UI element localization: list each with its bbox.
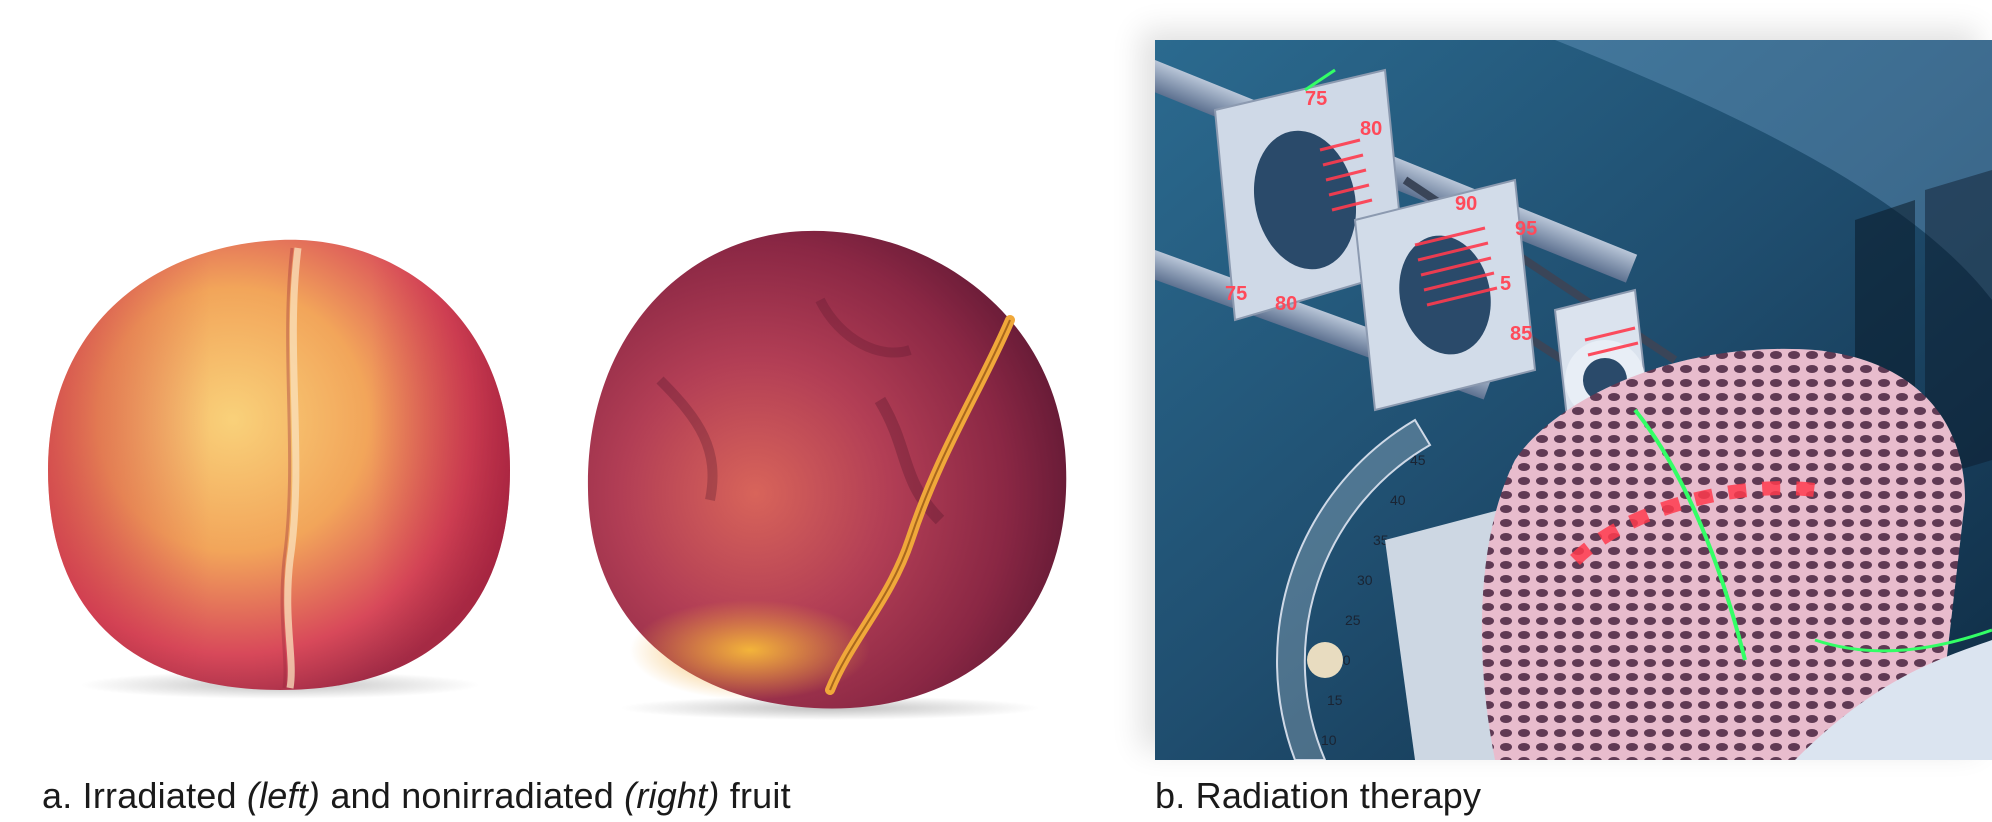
protractor-number: 45 [1410,452,1426,468]
scale-number: 95 [1515,218,1537,240]
nonirradiated-peach-image [580,220,1080,720]
protractor-number: 15 [1327,692,1343,708]
caption-a-prefix: a. Irradiated [42,775,247,816]
scale-number: 80 [1275,293,1297,315]
caption-a: a. Irradiated (left) and nonirradiated (… [42,775,791,817]
scale-number: 85 [1510,323,1532,345]
protractor-number: 30 [1357,572,1373,588]
scale-number: 5 [1500,273,1511,295]
protractor-number: 10 [1321,732,1337,748]
panel-b-radiation-therapy-photo: 75 80 90 95 85 75 80 5 45 40 35 30 25 15… [1155,40,1992,760]
caption-b: b. Radiation therapy [1155,775,1482,816]
scale-number: 90 [1455,193,1477,215]
scale-number: 75 [1225,283,1247,305]
caption-a-middle: and nonirradiated [320,775,625,816]
figure: 75 80 90 95 85 75 80 5 45 40 35 30 25 15… [0,0,1992,822]
caption-a-right-label: (right) [624,775,720,816]
caption-a-suffix: fruit [719,775,791,816]
scale-number: 80 [1360,118,1382,140]
protractor-number: 25 [1345,612,1361,628]
irradiated-peach-image [40,230,520,700]
scale-number: 75 [1305,88,1327,110]
panel-a-peaches [0,0,1110,760]
caption-a-left-label: (left) [246,775,321,816]
protractor-number: 40 [1390,492,1406,508]
